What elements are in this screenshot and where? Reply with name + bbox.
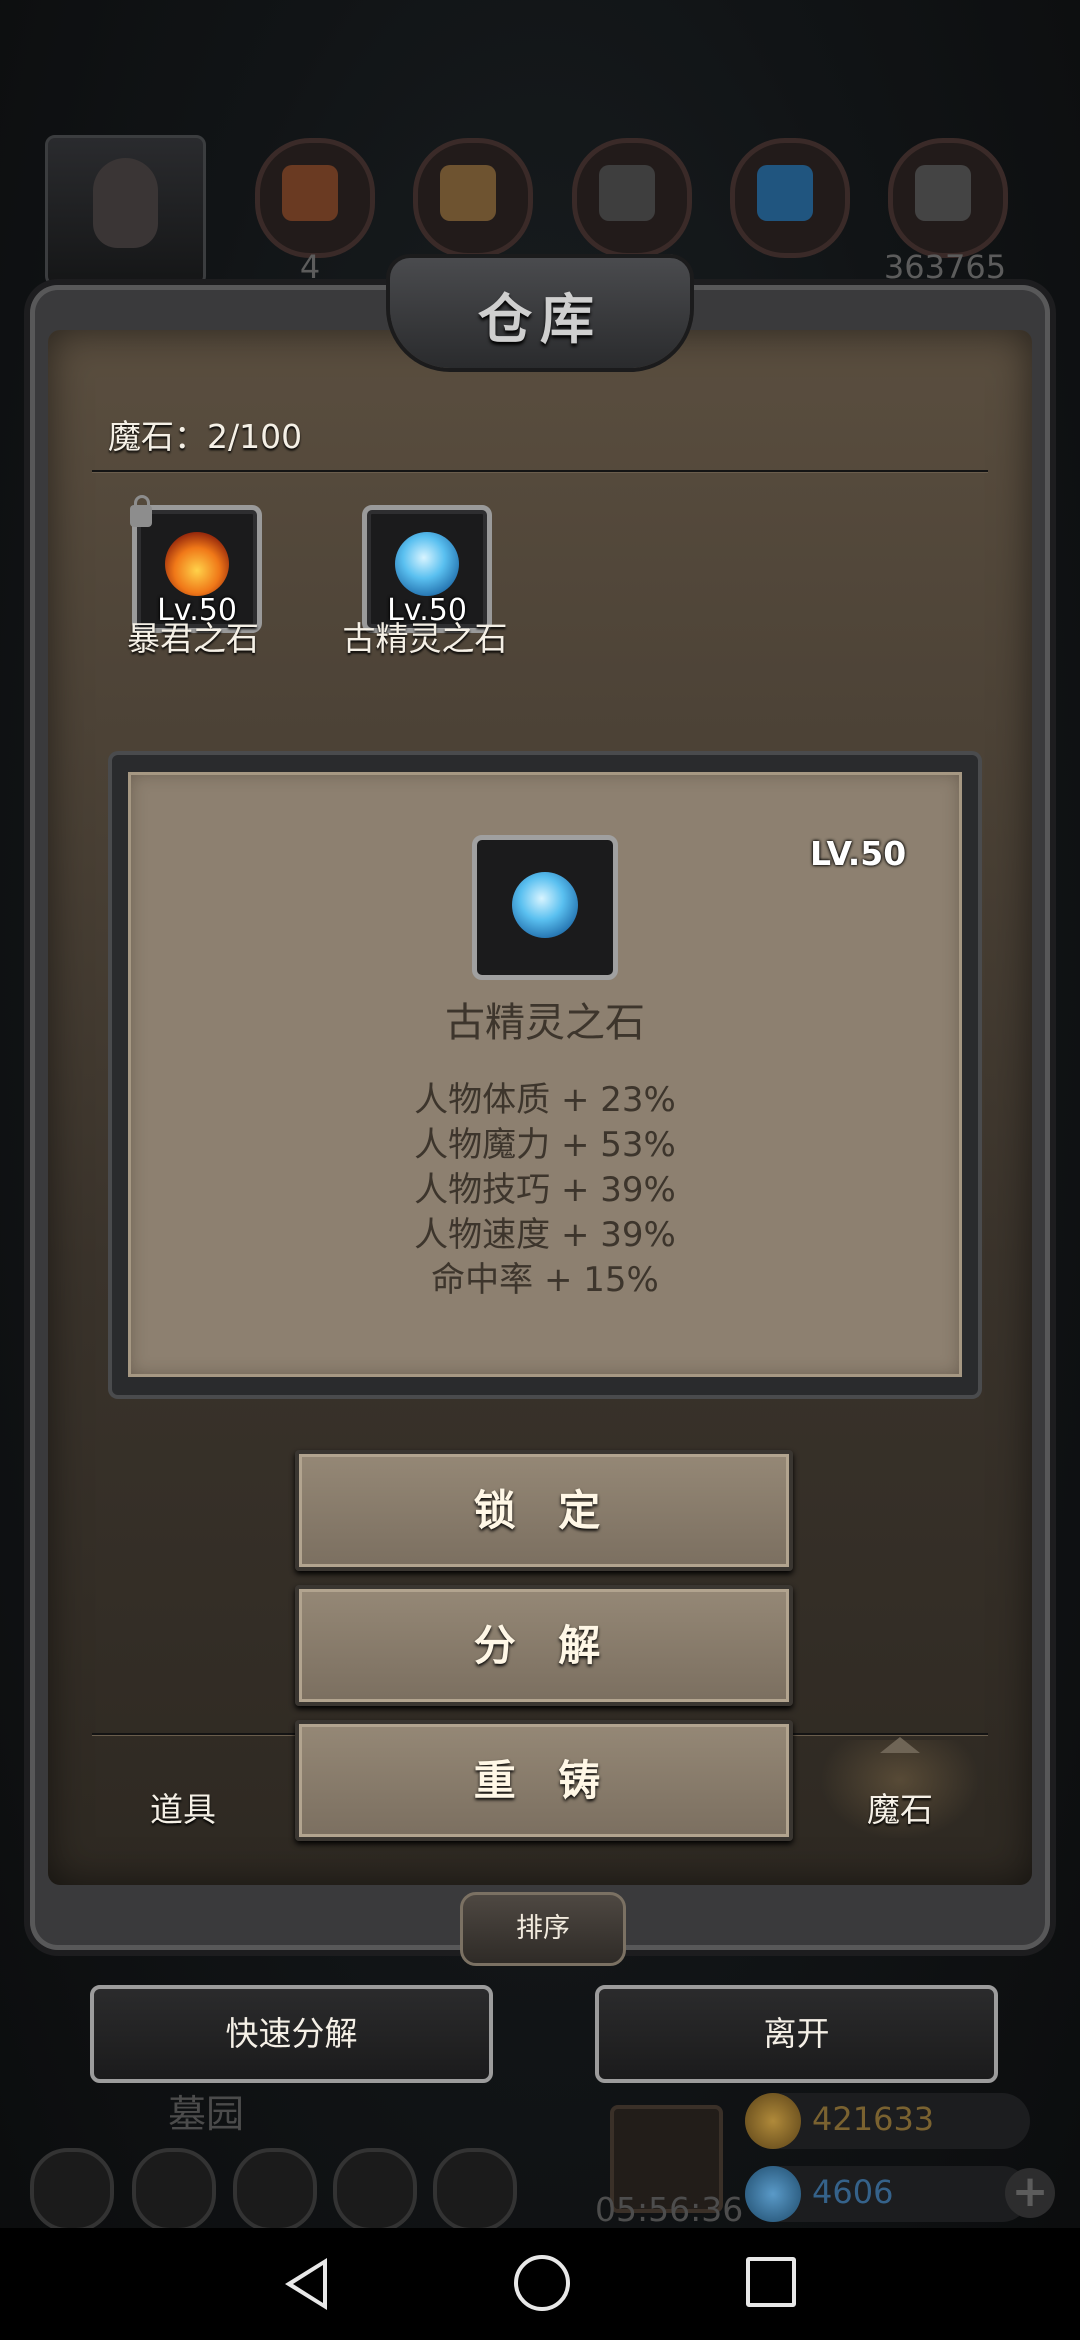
- stat-line: 人物技巧 + 39%: [414, 1170, 676, 1210]
- window-title: 仓库: [478, 288, 602, 351]
- detail-item-name: 古精灵之石: [445, 1000, 645, 1046]
- meat-icon: [255, 138, 375, 258]
- recent-apps-icon[interactable]: [746, 2257, 796, 2307]
- decompose-button[interactable]: 分 解: [295, 1585, 793, 1706]
- gem-icon: [745, 2166, 801, 2222]
- wood-icon: [413, 138, 533, 258]
- item-name: 暴君之石: [127, 619, 259, 658]
- gift-timer: 05:56:36: [595, 2190, 744, 2229]
- lock-icon: [130, 495, 152, 527]
- iron-icon: [572, 138, 692, 258]
- stat-line: 人物速度 + 39%: [414, 1215, 676, 1255]
- tyrant-stone-icon: [165, 532, 229, 596]
- player-avatar[interactable]: [45, 135, 206, 286]
- add-currency-button[interactable]: +: [1005, 2168, 1055, 2218]
- detail-level: LV.50: [810, 834, 907, 873]
- top-divider: [92, 470, 988, 472]
- stone-value: 363765: [883, 248, 1007, 286]
- stat-line: 人物体质 + 23%: [414, 1080, 676, 1120]
- active-tab-indicator: [880, 1737, 920, 1753]
- guild-icon[interactable]: [233, 2148, 317, 2232]
- quick-decompose-button[interactable]: 快速分解: [90, 1985, 493, 2083]
- gold-value: 421633: [812, 2100, 935, 2138]
- reforge-button[interactable]: 重 铸: [295, 1720, 793, 1841]
- shop-icon[interactable]: [433, 2148, 517, 2232]
- achievement-icon[interactable]: [132, 2148, 216, 2232]
- crystal-icon: [730, 138, 850, 258]
- ancient-elf-stone-icon: [395, 532, 459, 596]
- sort-button[interactable]: 排序: [460, 1892, 626, 1966]
- tab-magic-stones[interactable]: 魔石: [810, 1783, 990, 1831]
- area-name: 墓园: [168, 2092, 245, 2136]
- meat-value: 4: [299, 248, 321, 286]
- back-icon[interactable]: [285, 2258, 327, 2310]
- leave-button[interactable]: 离开: [595, 1985, 998, 2083]
- stone-icon: [888, 138, 1008, 258]
- detail-item-icon: [472, 835, 618, 980]
- gem-value: 4606: [812, 2173, 894, 2211]
- mail-icon[interactable]: [333, 2148, 417, 2232]
- stat-line: 命中率 + 15%: [431, 1260, 659, 1300]
- stat-line: 人物魔力 + 53%: [414, 1125, 676, 1165]
- home-icon[interactable]: [514, 2255, 570, 2311]
- ancient-elf-stone-icon: [512, 872, 578, 938]
- settings-icon[interactable]: [30, 2148, 114, 2232]
- gold-coin-icon: [745, 2093, 801, 2149]
- item-name: 古精灵之石: [342, 619, 508, 658]
- avatar-face: [93, 158, 158, 248]
- lock-button[interactable]: 锁 定: [295, 1450, 793, 1571]
- tab-items[interactable]: 道具: [93, 1783, 273, 1831]
- stone-count-label: 魔石：2/100: [108, 417, 303, 456]
